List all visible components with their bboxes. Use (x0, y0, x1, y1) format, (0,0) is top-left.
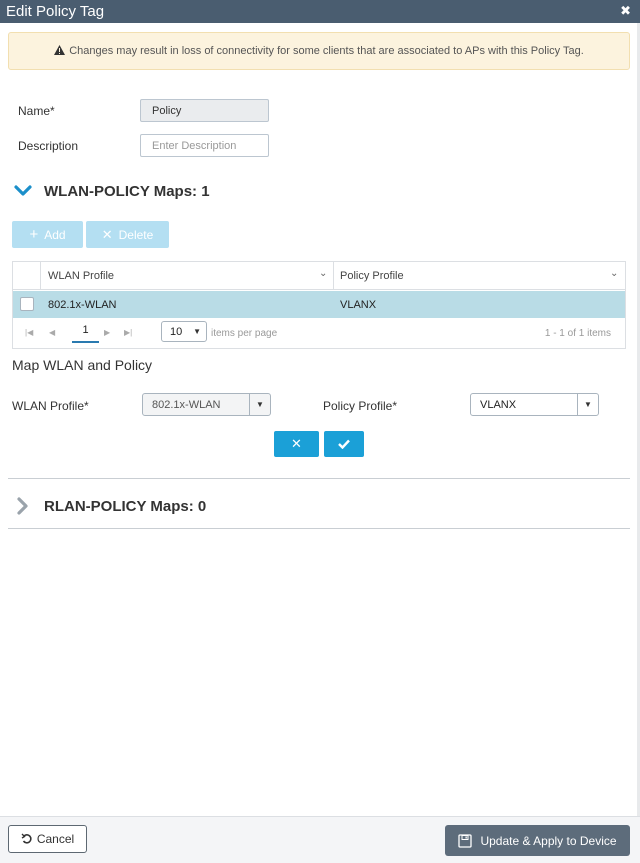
delete-button[interactable]: ✕ Delete (86, 221, 169, 248)
name-field[interactable]: Policy (140, 99, 269, 122)
chevron-down-icon[interactable]: ⌄ (610, 268, 618, 279)
check-icon (338, 439, 350, 449)
delete-x-icon: ✕ (101, 227, 113, 242)
caret-down-icon: ▼ (577, 394, 598, 415)
chevron-right-icon (17, 497, 28, 515)
description-placeholder: Enter Description (152, 139, 237, 152)
save-mapping-button[interactable] (324, 431, 364, 457)
plus-icon: + (29, 226, 39, 243)
row-policy-profile: VLANX (340, 299, 377, 311)
table-row[interactable]: 802.1x-WLAN VLANX (13, 291, 625, 318)
current-page[interactable]: 1 (72, 319, 99, 343)
chevron-down-icon[interactable]: ⌄ (319, 268, 327, 279)
add-button-label: Add (44, 227, 66, 242)
warning-banner: Changes may result in loss of connectivi… (8, 32, 630, 70)
map-section-title: Map WLAN and Policy (12, 357, 153, 373)
items-count: 1 - 1 of 1 items (544, 328, 611, 339)
caret-down-icon: ▼ (193, 327, 201, 336)
wlan-policy-section-title: WLAN-POLICY Maps: 1 (44, 182, 210, 200)
grid-pager: |◀ ◀ 1 ▶ ▶| 10 ▼ items per page 1 - 1 of… (13, 319, 625, 348)
discard-mapping-button[interactable]: ✕ (274, 431, 319, 457)
warning-text: Changes may result in loss of connectivi… (69, 45, 584, 57)
dialog-footer: Cancel Update & Apply to Device (0, 816, 640, 863)
cancel-button[interactable]: Cancel (8, 825, 87, 853)
column-header-policy-profile[interactable]: Policy Profile (340, 270, 404, 282)
next-page-icon[interactable]: ▶ (104, 328, 110, 337)
divider (8, 528, 630, 529)
rlan-policy-section-title: RLAN-POLICY Maps: 0 (44, 497, 207, 515)
grid-header: WLAN Profile ⌄ Policy Profile ⌄ (13, 262, 625, 290)
wlan-policy-section-toggle[interactable]: WLAN-POLICY Maps: 1 (14, 182, 210, 200)
items-per-page-label: items per page (211, 328, 278, 339)
page-size-select[interactable]: 10 ▼ (161, 321, 207, 342)
row-wlan-profile: 802.1x-WLAN (48, 299, 117, 311)
add-button[interactable]: + Add (12, 221, 83, 248)
description-input[interactable]: Enter Description (140, 134, 269, 157)
cancel-button-label: Cancel (36, 832, 75, 846)
save-disk-icon (458, 833, 473, 848)
first-page-icon[interactable]: |◀ (25, 328, 33, 337)
select-all-column (13, 262, 41, 290)
close-icon[interactable]: ✖ (620, 3, 631, 19)
description-label: Description (18, 139, 79, 153)
page-size-value: 10 (170, 325, 183, 338)
warning-triangle-icon (54, 44, 66, 58)
name-label: Name* (18, 104, 55, 118)
update-apply-button[interactable]: Update & Apply to Device (445, 825, 630, 856)
caret-down-icon: ▼ (249, 394, 270, 415)
wlan-profile-label: WLAN Profile* (12, 399, 89, 413)
undo-icon (21, 833, 32, 844)
last-page-icon[interactable]: ▶| (124, 328, 132, 337)
name-value: Policy (152, 104, 182, 117)
chevron-down-icon (14, 185, 32, 196)
policy-profile-value: VLANX (480, 398, 517, 411)
update-apply-button-label: Update & Apply to Device (480, 833, 617, 848)
dialog-titlebar: Edit Policy Tag ✖ (0, 0, 640, 23)
wlan-profile-value: 802.1x-WLAN (152, 398, 221, 411)
divider (8, 478, 630, 479)
policy-profile-label: Policy Profile* (323, 399, 398, 413)
policy-profile-select[interactable]: VLANX ▼ (470, 393, 599, 416)
prev-page-icon[interactable]: ◀ (49, 328, 55, 337)
delete-button-label: Delete (118, 227, 154, 242)
rlan-policy-section-toggle[interactable]: RLAN-POLICY Maps: 0 (14, 497, 206, 515)
dialog-title: Edit Policy Tag (6, 3, 105, 20)
column-header-wlan-profile[interactable]: WLAN Profile (48, 270, 114, 282)
wlan-profile-select[interactable]: 802.1x-WLAN ▼ (142, 393, 271, 416)
row-checkbox[interactable] (20, 297, 34, 311)
wlan-policy-grid: WLAN Profile ⌄ Policy Profile ⌄ 802.1x-W… (12, 261, 626, 349)
close-icon: ✕ (291, 436, 302, 451)
